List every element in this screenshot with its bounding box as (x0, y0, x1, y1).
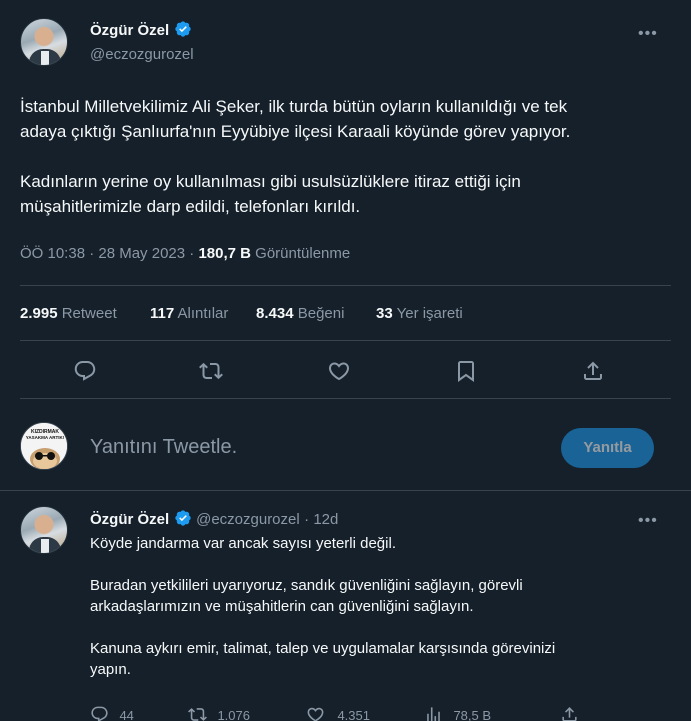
reply-time-ago[interactable]: · 12d (304, 511, 338, 528)
stat-quotes-count: 117 (150, 305, 175, 322)
reply-action-views[interactable]: 78,5 B (424, 705, 491, 721)
like-icon[interactable] (327, 359, 351, 383)
reply-action-replies[interactable]: 44 (90, 705, 134, 721)
reply-action-likes[interactable]: 4.351 (306, 705, 370, 721)
view-count: 78,5 B (453, 708, 492, 721)
reply-body: Köyde jandarma var ancak sayısı yeterli … (90, 533, 680, 680)
share-icon[interactable] (581, 359, 605, 383)
stat-retweets[interactable]: 2.995 Retweet (20, 305, 117, 322)
tweet-timestamp[interactable]: ÖÖ 10:38 · 28 May 2023 · (20, 245, 194, 262)
stat-quotes[interactable]: 117 Alıntılar (150, 305, 228, 322)
views-icon (424, 705, 443, 721)
like-count: 4.351 (337, 708, 370, 721)
stat-likes-count: 8.434 (256, 305, 294, 322)
more-options-icon[interactable]: ••• (638, 513, 658, 529)
retweet-icon[interactable] (199, 359, 223, 383)
reply-action-retweets[interactable]: 1.076 (188, 705, 250, 721)
author-name-row: Özgür Özel (90, 20, 192, 40)
reply-icon (90, 705, 109, 721)
tweet-line: İstanbul Milletvekilimiz Ali Şeker, ilk … (20, 97, 568, 116)
stat-retweets-label: Retweet (61, 305, 117, 322)
verified-badge-icon (174, 20, 192, 38)
reply-author-name[interactable]: Özgür Özel (90, 511, 169, 528)
reply-line: Buradan yetkilileri uyarıyoruz, sandık g… (90, 577, 523, 594)
more-options-icon[interactable]: ••• (638, 26, 658, 42)
stat-likes-label: Beğeni (297, 305, 345, 322)
author-handle[interactable]: @eczozgurozel (90, 46, 194, 63)
reply-author-avatar[interactable] (20, 506, 68, 554)
stat-quotes-label: Alıntılar (177, 305, 229, 322)
tweet-line: adaya çıktığı Şanlıurfa'nın Eyyübiye ilç… (20, 122, 571, 141)
avatar-shirt (41, 539, 49, 553)
reply-line: Kanuna aykırı emir, talimat, talep ve uy… (90, 640, 556, 657)
reply-line: yapın. (90, 661, 131, 678)
stat-retweets-count: 2.995 (20, 305, 58, 322)
reply-count: 44 (119, 708, 134, 721)
like-icon (306, 705, 325, 721)
tweet-line: müşahitlerimizle darp edildi, telefonlar… (20, 197, 361, 216)
reply-icon[interactable] (73, 359, 97, 383)
views-label: Görüntülenme (255, 245, 351, 262)
stat-bookmarks[interactable]: 33 Yer işareti (376, 305, 463, 322)
reply-input[interactable]: Yanıtını Tweetle. (90, 436, 237, 459)
divider (20, 340, 671, 341)
share-icon[interactable] (560, 705, 579, 721)
stat-bookmarks-count: 33 (376, 305, 393, 322)
tweet-body: İstanbul Milletvekilimiz Ali Şeker, ilk … (20, 94, 680, 219)
reply-line: Köyde jandarma var ancak sayısı yeterli … (90, 535, 396, 552)
retweet-icon (188, 705, 207, 721)
reply-line: arkadaşlarımızın ve müşahitlerin can güv… (90, 598, 474, 615)
views-count: 180,7 B (198, 245, 251, 262)
tweet-meta: ÖÖ 10:38 · 28 May 2023 · 180,7 B Görüntü… (20, 245, 350, 262)
divider (0, 490, 691, 491)
author-name[interactable]: Özgür Özel (90, 22, 169, 39)
retweet-count: 1.076 (217, 708, 250, 721)
stat-likes[interactable]: 8.434 Beğeni (256, 305, 344, 322)
divider (20, 285, 671, 286)
reply-author-handle[interactable]: @eczozgurozel (196, 511, 300, 528)
bookmark-icon[interactable] (454, 359, 478, 383)
avatar-text-bottom: YASAKMA ARTIK! (26, 435, 65, 440)
verified-badge-icon (174, 509, 192, 527)
reply-author-row: Özgür Özel @eczozgurozel · 12d (90, 509, 338, 529)
avatar-shirt (41, 51, 49, 65)
stat-bookmarks-label: Yer işareti (396, 305, 463, 322)
user-avatar[interactable]: KIZDIRMAK YASAKMA ARTIK! (20, 422, 68, 470)
author-avatar[interactable] (20, 18, 68, 66)
tweet-line: Kadınların yerine oy kullanılması gibi u… (20, 172, 521, 191)
reply-submit-button[interactable]: Yanıtla (561, 428, 654, 468)
divider (20, 398, 671, 399)
